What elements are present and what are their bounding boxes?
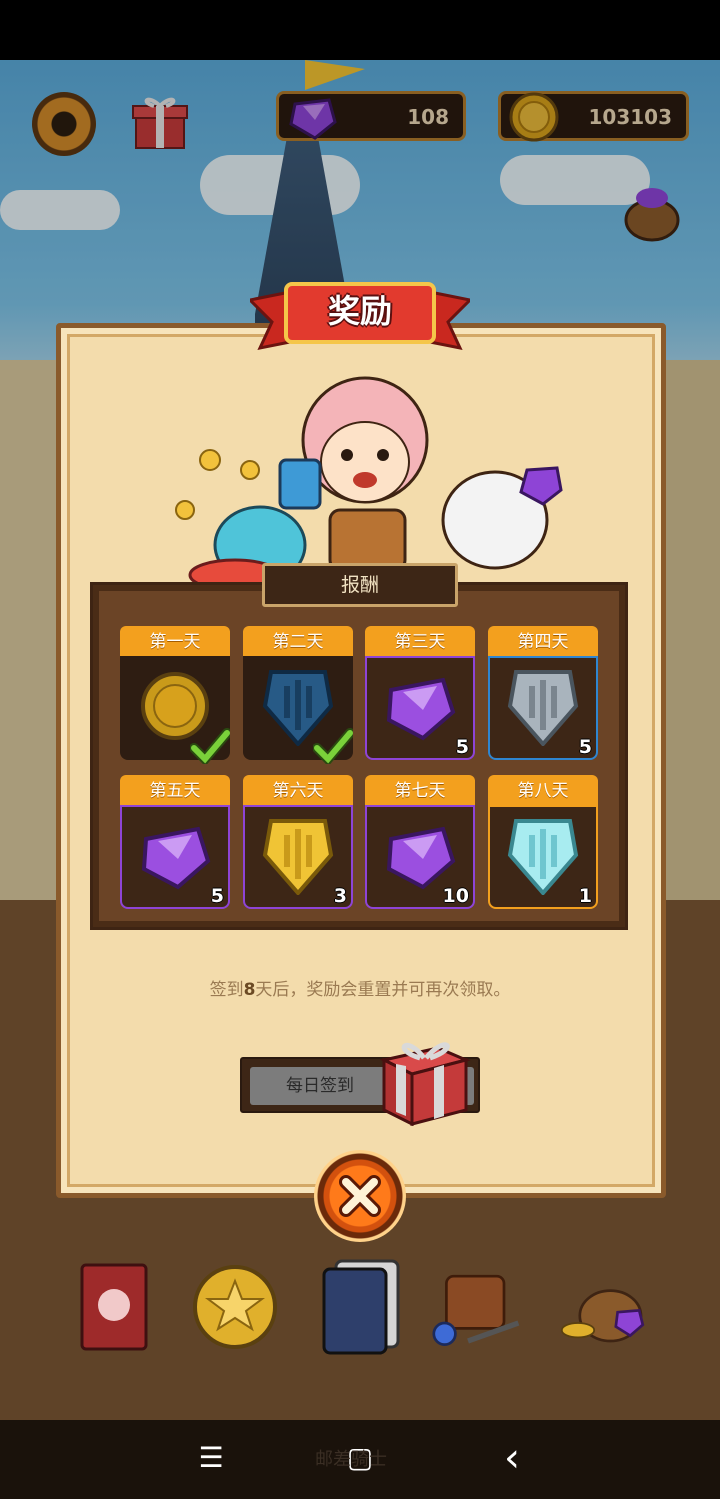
recent-apps-button[interactable]: ☰ — [189, 1438, 233, 1478]
reward-day-6[interactable]: 第六天 3 — [243, 775, 353, 909]
day-label: 第五天 — [120, 775, 230, 807]
board-title: 报酬 — [262, 563, 458, 607]
reward-quantity: 3 — [333, 885, 347, 907]
purple-gem-icon — [141, 826, 211, 890]
reward-day-4[interactable]: 第四天 5 — [488, 626, 598, 760]
reward-quantity: 5 — [455, 736, 469, 758]
reward-day-8[interactable]: 第八天 1 — [488, 775, 598, 909]
close-button[interactable] — [314, 1150, 406, 1242]
star-coin-icon[interactable] — [190, 1255, 280, 1355]
day-label: 第八天 — [488, 775, 598, 807]
reward-day-2[interactable]: 第二天 — [243, 626, 353, 764]
reward-day-3[interactable]: 第三天 5 — [365, 626, 475, 760]
reward-day-1[interactable]: 第一天 — [120, 626, 230, 764]
check-icon — [313, 728, 353, 764]
day-label: 第七天 — [365, 775, 475, 807]
diamond-shield-icon — [507, 819, 579, 895]
hero-characters-illustration — [175, 376, 563, 590]
day-label: 第三天 — [365, 626, 475, 658]
silver-shield-icon — [507, 670, 579, 746]
info-days: 8 — [243, 980, 256, 1000]
purple-gem-icon — [386, 826, 456, 890]
reward-quantity: 5 — [578, 736, 592, 758]
reward-day-5[interactable]: 第五天 5 — [120, 775, 230, 909]
dialog-title: 奖励 — [327, 292, 392, 330]
reward-quantity: 5 — [210, 885, 224, 907]
treasure-bag-icon[interactable] — [560, 1255, 650, 1355]
gold-shield-icon — [262, 819, 334, 895]
day-label: 第一天 — [120, 626, 230, 658]
reward-quantity: 1 — [578, 885, 592, 907]
adventure-gear-icon[interactable] — [432, 1255, 522, 1355]
day-label: 第二天 — [243, 626, 353, 658]
card-deck-icon[interactable] — [316, 1255, 406, 1355]
reward-quantity: 10 — [442, 885, 469, 907]
reward-day-7[interactable]: 第七天 10 — [365, 775, 475, 909]
day-label: 第六天 — [243, 775, 353, 807]
book-icon[interactable] — [72, 1255, 162, 1355]
gift-box-icon[interactable] — [376, 1030, 472, 1126]
check-icon — [190, 728, 230, 764]
day-label: 第四天 — [488, 626, 598, 658]
info-suffix: 天后，奖励会重置并可再次领取。 — [255, 980, 511, 1000]
reset-info-text: 签到8天后，奖励会重置并可再次领取。 — [90, 975, 630, 1000]
purple-gem-icon — [386, 677, 456, 741]
close-icon[interactable] — [336, 1172, 384, 1220]
watermark-text: 邮差骑士 — [315, 1449, 387, 1470]
back-button[interactable]: ‹ — [490, 1438, 534, 1478]
info-prefix: 签到 — [209, 980, 244, 1000]
